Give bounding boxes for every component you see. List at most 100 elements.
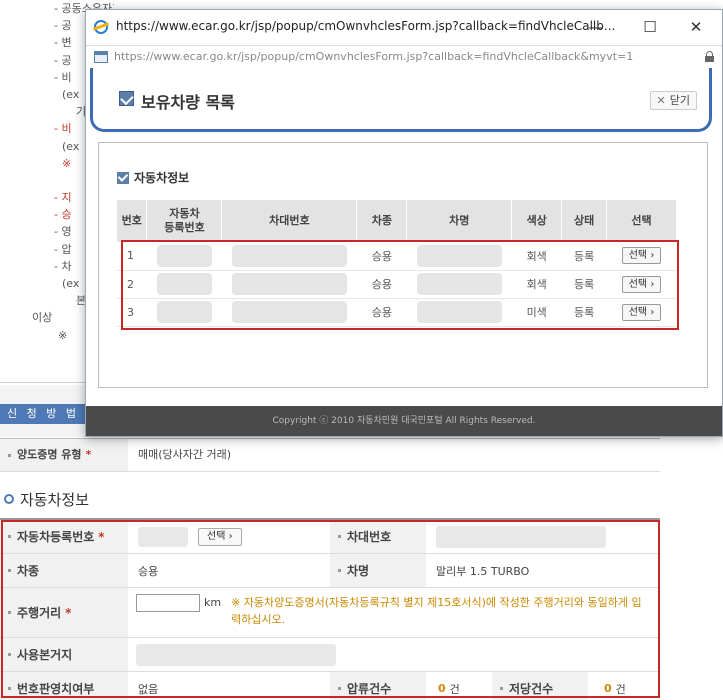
name-label: 차명 — [330, 554, 426, 587]
cell-status: 등록 — [561, 298, 607, 327]
mileage-notice: ※ 자동차양도증명서(자동차등록규칙 별지 제15호서식)에 작성한 주행거리와… — [231, 596, 642, 626]
table-row[interactable]: 3 승용 미색 등록 선택 › — [117, 298, 677, 327]
popup-window: https://www.ecar.go.kr/jsp/popup/cmOwnvh… — [85, 9, 723, 437]
redacted-vin — [436, 525, 606, 548]
select-vehicle-button[interactable]: 선택 › — [198, 527, 242, 546]
popup-page: 보유차량 목록 ✕ 닫기 자동차정보 번호 자동차 등록번호 차대번호 차종 차명 … — [86, 68, 722, 436]
tab-apply-method[interactable]: 신 청 방 법 — [0, 404, 86, 424]
vin-label: 차대번호 — [330, 520, 426, 553]
browser-icon — [94, 20, 108, 34]
close-icon: ✕ — [656, 94, 666, 107]
select-row-button[interactable]: 선택 › — [621, 247, 662, 265]
cell-status: 등록 — [561, 270, 607, 299]
redacted-name — [416, 273, 502, 295]
cell-type: 승용 — [356, 270, 407, 299]
cell-reg-no — [146, 242, 222, 271]
reg-no-value: 선택 › — [138, 520, 242, 553]
vin-value — [436, 520, 606, 553]
close-button[interactable]: ✕ 닫기 — [649, 91, 697, 110]
redacted-vin — [231, 301, 347, 323]
redacted-name — [416, 301, 502, 323]
lock-icon — [705, 51, 714, 62]
cell-type: 승용 — [356, 242, 407, 271]
section-title: 자동차정보 — [4, 489, 89, 510]
col-name: 차명 — [406, 200, 513, 242]
select-row-button[interactable]: 선택 › — [621, 275, 662, 293]
cell-reg-no — [146, 270, 222, 299]
redacted-vin — [231, 273, 347, 295]
cell-vin — [221, 270, 357, 299]
redacted-reg-no — [156, 244, 212, 267]
cell-name — [406, 242, 512, 271]
select-row-button[interactable]: 선택 › — [621, 303, 662, 321]
doc-type-label: 양도증명 유형 * — [0, 439, 128, 471]
col-no: 번호 — [117, 200, 148, 242]
redacted-reg-no — [156, 301, 212, 323]
cell-no: 3 — [117, 298, 147, 327]
seizure-label: 압류건수 — [330, 672, 426, 700]
checkbox-icon — [117, 172, 129, 184]
vehicle-info-table: 자동차등록번호 * 선택 › 차대번호 차종 승용 차명 말리부 1.5 TURB… — [0, 518, 660, 700]
vehicle-list-panel: 자동차정보 번호 자동차 등록번호 차대번호 차종 차명 색상 상태 선택 1 … — [98, 142, 708, 388]
seizure-value: 0건 — [438, 682, 460, 696]
col-select: 선택 — [606, 200, 677, 242]
plate-label: 번호판영치여부 — [0, 672, 128, 700]
redacted-name — [416, 244, 502, 267]
cell-reg-no — [146, 298, 222, 327]
redacted-reg-no — [138, 526, 188, 547]
cell-color: 미색 — [511, 298, 562, 327]
cell-status: 등록 — [561, 242, 607, 271]
col-color: 색상 — [511, 200, 563, 242]
minimize-button[interactable]: — — [584, 16, 608, 38]
table-header-row: 번호 자동차 등록번호 차대번호 차종 차명 색상 상태 선택 — [117, 200, 677, 242]
window-title: https://www.ecar.go.kr/jsp/popup/cmOwnvh… — [116, 19, 616, 33]
table-row: 번호판영치여부 없음 압류건수 0건 저당건수 0건 — [0, 672, 660, 700]
redacted-reg-no — [156, 273, 212, 295]
cell-select: 선택 › — [606, 242, 677, 271]
mileage-value: km ※ 자동차양도증명서(자동차등록규칙 별지 제15호서식)에 작성한 주행… — [136, 588, 651, 637]
address-bar[interactable]: https://www.ecar.go.kr/jsp/popup/cmOwnvh… — [86, 45, 722, 68]
popup-header: 보유차량 목록 ✕ 닫기 — [90, 68, 712, 132]
footer: Copyright ⓒ 2010 자동차민원 대국민포털 All Rights … — [86, 406, 722, 436]
mileage-input[interactable] — [136, 594, 200, 612]
table-row: 차종 승용 차명 말리부 1.5 TURBO — [0, 554, 660, 588]
name-value: 말리부 1.5 TURBO — [436, 564, 530, 578]
cell-no: 1 — [117, 242, 147, 271]
type-value: 승용 — [138, 564, 159, 578]
plate-value: 없음 — [138, 682, 159, 696]
reg-no-label: 자동차등록번호 * — [0, 520, 128, 553]
page-icon — [94, 51, 108, 63]
redacted-address — [136, 643, 336, 666]
type-label: 차종 — [0, 554, 128, 587]
mileage-unit: km — [204, 596, 222, 609]
bullet-icon — [8, 453, 11, 457]
checkbox-icon — [119, 91, 134, 106]
close-window-button[interactable]: ✕ — [684, 16, 708, 38]
cell-type: 승용 — [356, 298, 407, 327]
table-row[interactable]: 1 승용 회색 등록 선택 › — [117, 242, 677, 271]
table-row: 주행거리 * km ※ 자동차양도증명서(자동차등록규칙 별지 제15호서식)에 … — [0, 588, 660, 638]
cell-vin — [221, 298, 357, 327]
page-title: 보유차량 목록 — [141, 93, 235, 112]
redacted-vin — [231, 244, 347, 267]
mortgage-label: 저당건수 — [492, 672, 588, 700]
base-value — [136, 638, 336, 671]
sub-title: 자동차정보 — [117, 169, 189, 186]
mortgage-value: 0건 — [604, 682, 626, 696]
ring-icon — [4, 494, 14, 504]
address-url: https://www.ecar.go.kr/jsp/popup/cmOwnvh… — [114, 50, 634, 63]
table-row[interactable]: 2 승용 회색 등록 선택 › — [117, 270, 677, 299]
vehicle-list-table: 번호 자동차 등록번호 차대번호 차종 차명 색상 상태 선택 1 승용 회색 … — [117, 200, 677, 327]
cell-name — [406, 298, 512, 327]
cell-select: 선택 › — [606, 270, 677, 299]
maximize-button[interactable]: ☐ — [638, 16, 662, 38]
col-type: 차종 — [356, 200, 408, 242]
col-status: 상태 — [561, 200, 608, 242]
base-label: 사용본거지 — [0, 638, 128, 671]
title-bar: https://www.ecar.go.kr/jsp/popup/cmOwnvh… — [86, 10, 722, 45]
cell-no: 2 — [117, 270, 147, 299]
cell-vin — [221, 242, 357, 271]
cell-color: 회색 — [511, 242, 562, 271]
cell-name — [406, 270, 512, 299]
table-row: 사용본거지 — [0, 638, 660, 672]
